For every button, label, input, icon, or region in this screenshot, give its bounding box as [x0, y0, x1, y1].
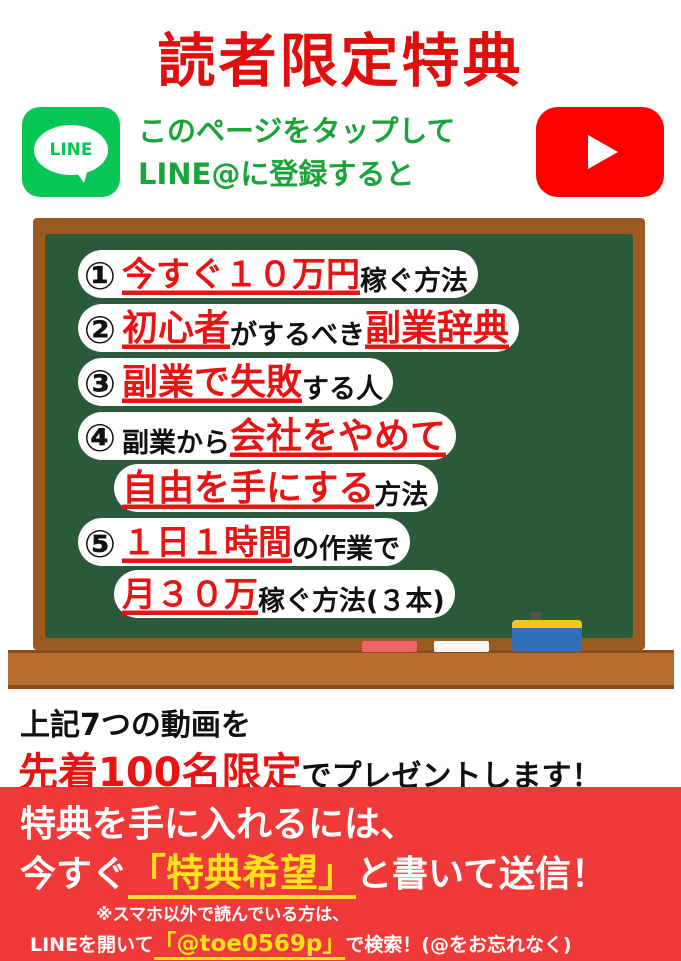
banner-line-2-pre: 今すぐ [20, 854, 129, 895]
item-text: する人 [302, 374, 384, 405]
item-number: ① [83, 254, 117, 298]
item-text: 方法 [374, 480, 429, 511]
red-chalk-icon [362, 641, 417, 652]
youtube-logo-icon[interactable] [536, 107, 664, 197]
youtube-play-icon [588, 135, 618, 169]
item-highlight: 副業で失敗 [122, 360, 303, 406]
item-number: ⑤ [83, 522, 117, 566]
keyword-highlight: 「特典希望」 [128, 851, 357, 899]
benefit-item-4: ④ 副業から 会社をやめて [78, 412, 457, 460]
chalkboard-ledge [8, 650, 674, 689]
item-highlight: １日１時間 [122, 520, 292, 566]
item-highlight: 月３０万 [122, 572, 258, 618]
item-text: 稼ぐ方法 [360, 266, 468, 297]
cta-text[interactable]: このページをタップして LINE@に登録すると [138, 110, 533, 196]
cta-line-1: このページをタップして [138, 114, 456, 148]
item-highlight: 自由を手にする [122, 466, 375, 512]
item-number: ④ [83, 416, 117, 460]
benefit-item-3: ③ 副業で失敗 する人 [78, 358, 394, 406]
banner-note-2-pre: LINEを開いて [30, 934, 154, 956]
line-logo-icon[interactable]: LINE [22, 107, 120, 197]
offer-line-1: 上記7つの動画を [20, 708, 251, 743]
banner-note-1: ※スマホ以外で読んでいる方は、 [96, 905, 350, 925]
page-title: 読者限定特典 [157, 27, 524, 95]
item-text: がするべき [230, 320, 366, 351]
white-chalk-icon [434, 641, 489, 652]
benefit-item-5-cont: 月３０万 稼ぐ方法(３本) [114, 570, 455, 618]
banner-line-2: 今すぐ「特典希望」と書いて送信！ [20, 842, 607, 899]
banner-note-2: LINEを開いて「@toe0569p」で検索！(@をお忘れなく) [30, 924, 572, 960]
eraser-icon [512, 620, 582, 652]
benefit-item-5: ⑤ １日１時間 の作業で [78, 518, 410, 566]
item-highlight: 会社をやめて [230, 414, 447, 460]
item-number: ③ [83, 362, 117, 406]
banner-line-1: 特典を手に入れるには、 [20, 804, 417, 845]
item-text: 副業から [122, 428, 230, 459]
cta-line-2: LINE@に登録すると [138, 157, 415, 191]
benefit-item-2: ② 初心者 がするべき 副業辞典 [78, 304, 520, 352]
item-highlight: 初心者 [122, 306, 231, 352]
item-number: ② [83, 308, 117, 352]
item-highlight: 今すぐ１０万円 [122, 252, 360, 298]
line-id-highlight[interactable]: 「@toe0569p」 [153, 931, 346, 960]
banner-note-2-post: で検索！(@をお忘れなく) [345, 934, 572, 956]
banner-line-2-post: と書いて送信！ [356, 854, 607, 895]
benefit-item-1: ① 今すぐ１０万円 稼ぐ方法 [78, 250, 478, 298]
item-text: 稼ぐ方法(３本) [258, 586, 445, 617]
item-text: の作業で [292, 534, 400, 565]
line-logo-text: LINE [34, 125, 108, 175]
line-bubble-tail [74, 169, 88, 183]
benefit-item-4-cont: 自由を手にする 方法 [114, 464, 439, 512]
item-highlight: 副業辞典 [365, 306, 510, 352]
